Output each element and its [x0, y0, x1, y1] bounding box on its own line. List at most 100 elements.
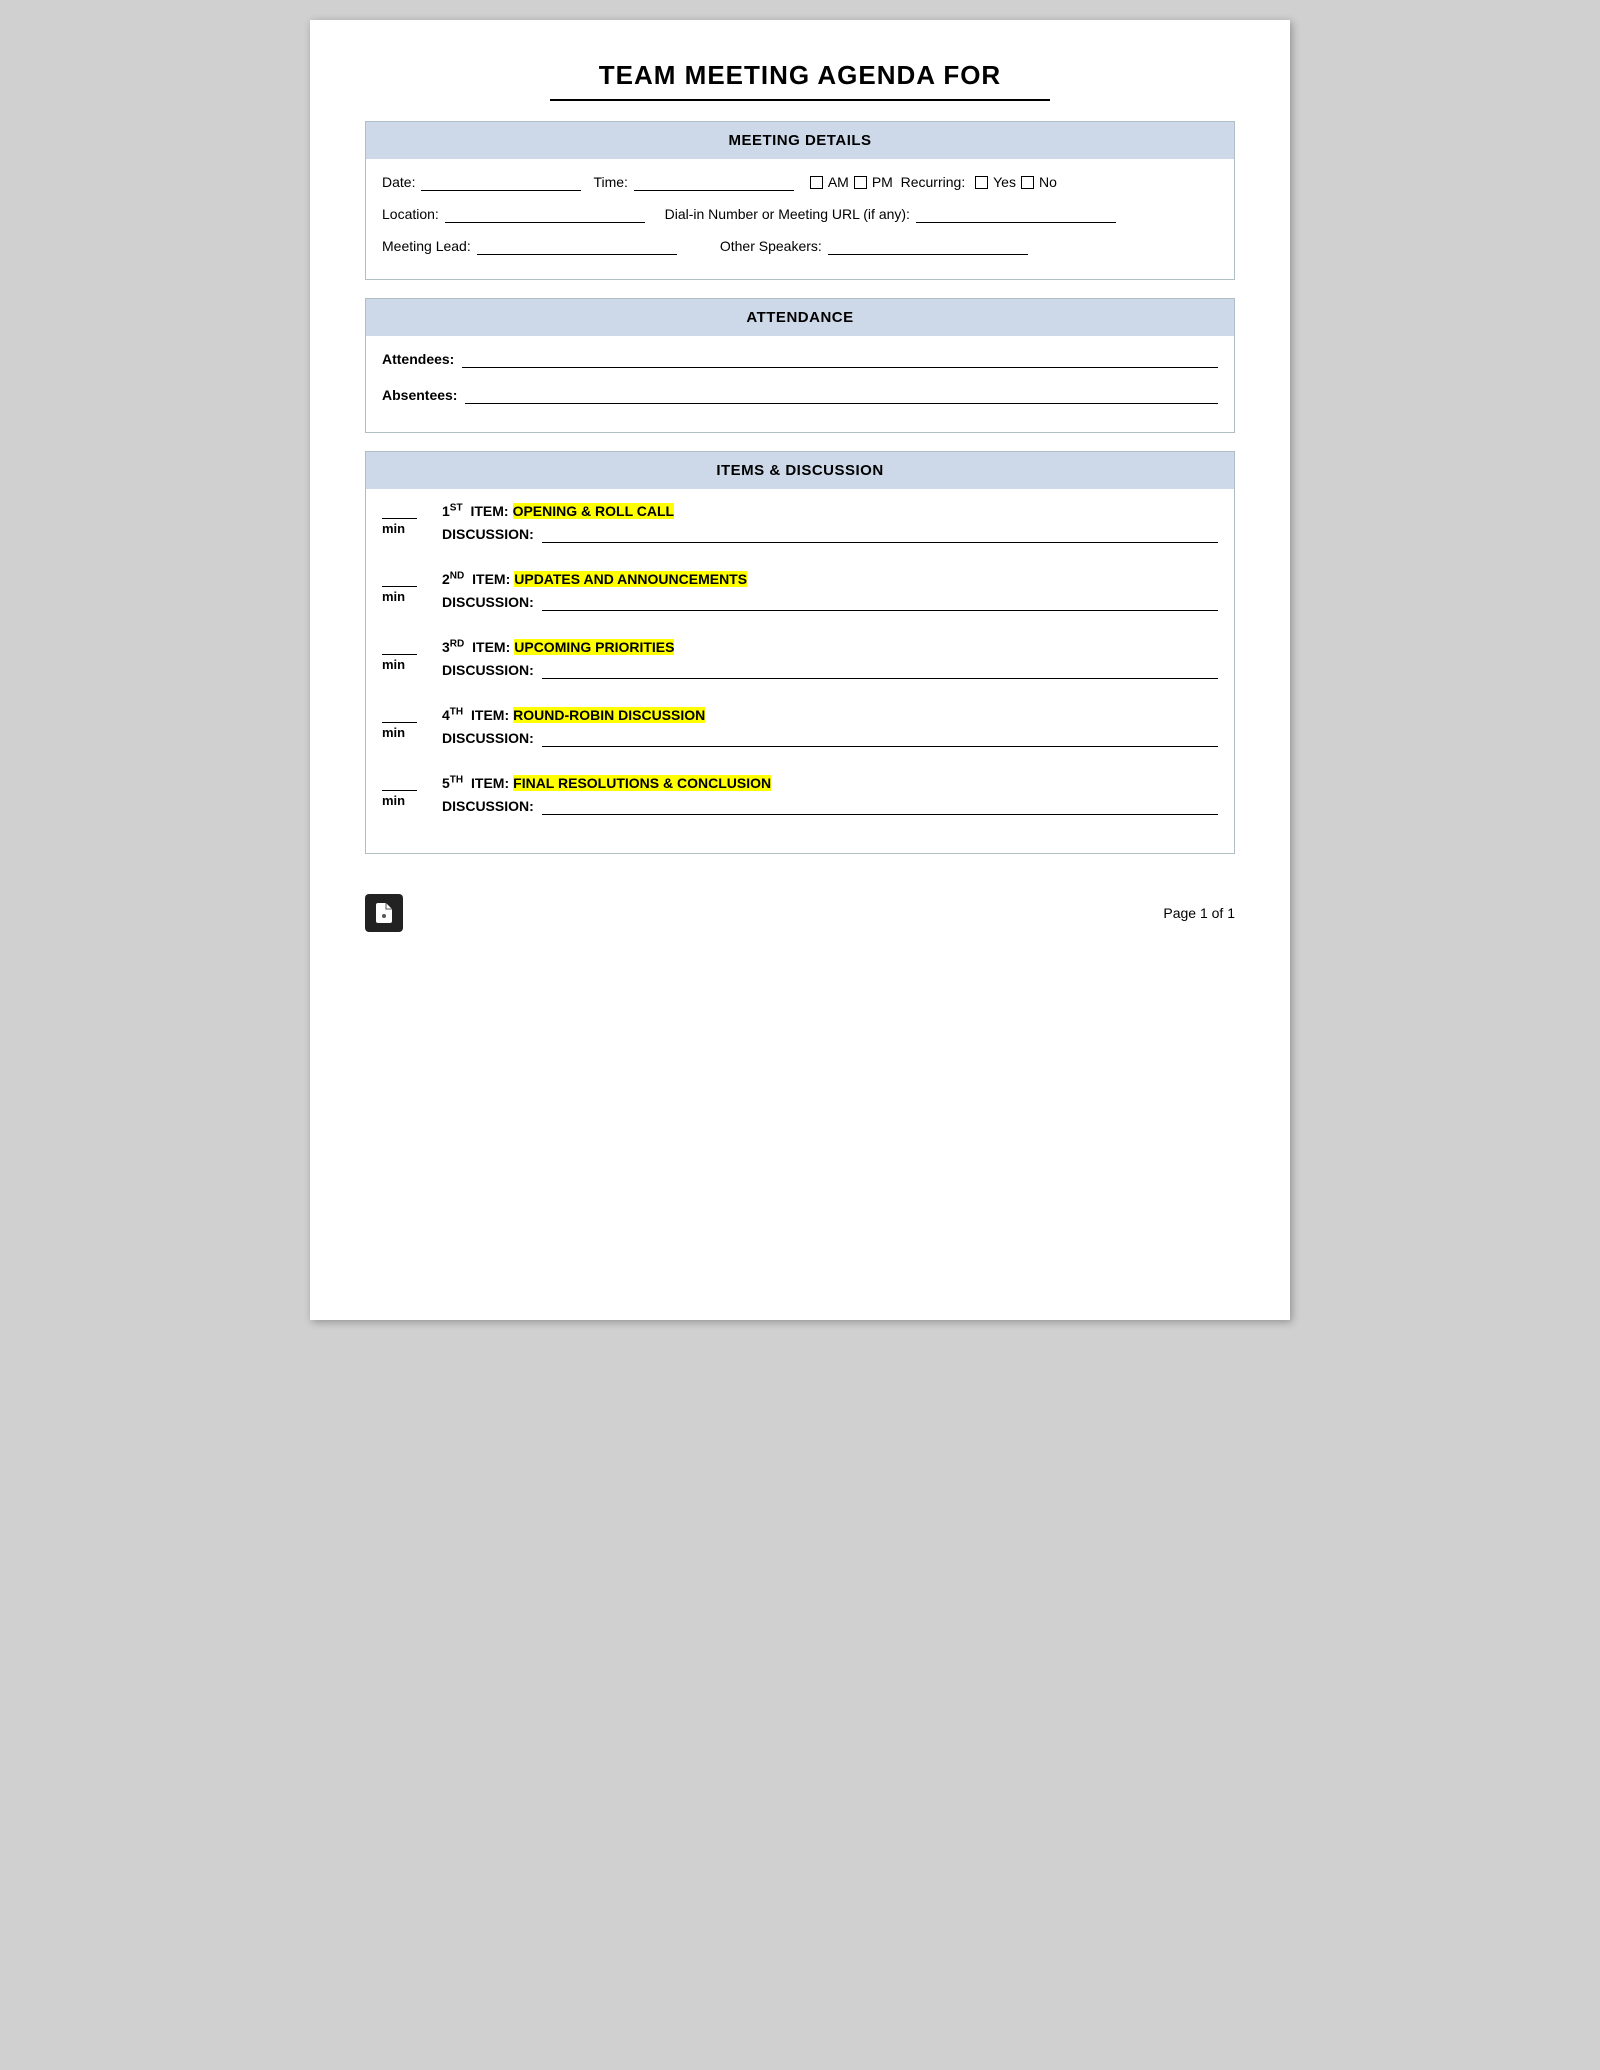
page-number: Page 1 of 1 [1163, 905, 1235, 921]
meeting-lead-field[interactable] [477, 237, 677, 255]
item-5-name: FINAL RESOLUTIONS & CONCLUSION [513, 775, 771, 791]
title-section: TEAM MEETING AGENDA FOR [365, 60, 1235, 101]
meeting-details-header: MEETING DETAILS [366, 122, 1234, 159]
item-4-ordinal: TH [450, 706, 463, 717]
attendees-field[interactable] [462, 350, 1218, 368]
dialin-label: Dial-in Number or Meeting URL (if any): [665, 206, 910, 222]
meeting-details-section: MEETING DETAILS Date: Time: AM PM Recurr… [365, 121, 1235, 280]
item-3-body: 3RD ITEM: UPCOMING PRIORITIES DISCUSSION… [442, 639, 1218, 679]
absentees-field[interactable] [465, 386, 1218, 404]
item-4-label: ITEM: [471, 707, 509, 723]
item-5-min-col: min [382, 775, 442, 808]
footer-logo-icon [365, 894, 403, 932]
attendance-section: ATTENDANCE Attendees: Absentees: [365, 298, 1235, 433]
meeting-details-content: Date: Time: AM PM Recurring: Yes [366, 159, 1234, 279]
recurring-yes-checkbox[interactable] [975, 176, 988, 189]
item-4-name: ROUND-ROBIN DISCUSSION [513, 707, 705, 723]
dialin-field[interactable] [916, 205, 1116, 223]
item-1-discussion-field[interactable] [542, 525, 1218, 543]
am-checkbox[interactable] [810, 176, 823, 189]
item-4-body: 4TH ITEM: ROUND-ROBIN DISCUSSION DISCUSS… [442, 707, 1218, 747]
agenda-item-2: min 2ND ITEM: UPDATES AND ANNOUNCEMENTS … [382, 571, 1218, 611]
item-1-body: 1ST ITEM: OPENING & ROLL CALL DISCUSSION… [442, 503, 1218, 543]
item-2-discussion-label: DISCUSSION: [442, 594, 534, 610]
item-4-number: 4TH [442, 707, 463, 723]
main-title: TEAM MEETING AGENDA FOR [365, 60, 1235, 91]
item-3-discussion-field[interactable] [542, 661, 1218, 679]
item-1-min-col: min [382, 503, 442, 536]
item-1-number: 1ST [442, 503, 463, 519]
time-field[interactable] [634, 173, 794, 191]
date-time-row: Date: Time: AM PM Recurring: Yes [382, 173, 1218, 191]
item-4-discussion-field[interactable] [542, 729, 1218, 747]
item-2-number: 2ND [442, 571, 464, 587]
item-2-title-row: 2ND ITEM: UPDATES AND ANNOUNCEMENTS [442, 571, 1218, 587]
recurring-no-label: No [1039, 174, 1057, 190]
item-3-number: 3RD [442, 639, 464, 655]
item-2-ordinal: ND [450, 570, 464, 581]
items-section: ITEMS & DISCUSSION min 1ST ITEM: OPENING… [365, 451, 1235, 854]
time-label: Time: [593, 174, 627, 190]
item-3-discussion-row: DISCUSSION: [442, 661, 1218, 679]
item-2-min-col: min [382, 571, 442, 604]
location-field[interactable] [445, 205, 645, 223]
item-1-discussion-label: DISCUSSION: [442, 526, 534, 542]
item-1-min-label: min [382, 521, 405, 536]
item-5-min-label: min [382, 793, 405, 808]
item-5-number: 5TH [442, 775, 463, 791]
item-3-min-line[interactable] [382, 639, 417, 655]
location-label: Location: [382, 206, 439, 222]
pm-label: PM [872, 174, 893, 190]
item-5-body: 5TH ITEM: FINAL RESOLUTIONS & CONCLUSION… [442, 775, 1218, 815]
item-2-label: ITEM: [472, 571, 510, 587]
attendance-header: ATTENDANCE [366, 299, 1234, 336]
recurring-yes-label: Yes [993, 174, 1016, 190]
items-header: ITEMS & DISCUSSION [366, 452, 1234, 489]
item-5-discussion-row: DISCUSSION: [442, 797, 1218, 815]
pm-checkbox[interactable] [854, 176, 867, 189]
agenda-item-3: min 3RD ITEM: UPCOMING PRIORITIES DISCUS… [382, 639, 1218, 679]
item-1-title-row: 1ST ITEM: OPENING & ROLL CALL [442, 503, 1218, 519]
item-3-title-row: 3RD ITEM: UPCOMING PRIORITIES [442, 639, 1218, 655]
item-1-discussion-row: DISCUSSION: [442, 525, 1218, 543]
agenda-item-1: min 1ST ITEM: OPENING & ROLL CALL DISCUS… [382, 503, 1218, 543]
item-1-ordinal: ST [450, 502, 463, 513]
item-2-discussion-field[interactable] [542, 593, 1218, 611]
attendees-label: Attendees: [382, 351, 454, 367]
item-2-name: UPDATES AND ANNOUNCEMENTS [514, 571, 747, 587]
item-3-min-col: min [382, 639, 442, 672]
item-3-min-label: min [382, 657, 405, 672]
item-5-discussion-label: DISCUSSION: [442, 798, 534, 814]
item-3-name: UPCOMING PRIORITIES [514, 639, 674, 655]
meeting-lead-label: Meeting Lead: [382, 238, 471, 254]
item-4-min-line[interactable] [382, 707, 417, 723]
item-2-min-label: min [382, 589, 405, 604]
item-2-min-line[interactable] [382, 571, 417, 587]
item-5-title-row: 5TH ITEM: FINAL RESOLUTIONS & CONCLUSION [442, 775, 1218, 791]
date-field[interactable] [421, 173, 581, 191]
item-5-min-line[interactable] [382, 775, 417, 791]
item-4-discussion-row: DISCUSSION: [442, 729, 1218, 747]
item-5-discussion-field[interactable] [542, 797, 1218, 815]
page-footer: Page 1 of 1 [365, 884, 1235, 932]
item-1-name: OPENING & ROLL CALL [513, 503, 675, 519]
item-3-discussion-label: DISCUSSION: [442, 662, 534, 678]
item-5-ordinal: TH [450, 774, 463, 785]
title-underline [550, 99, 1050, 101]
item-1-min-line[interactable] [382, 503, 417, 519]
item-3-ordinal: RD [450, 638, 464, 649]
item-1-label: ITEM: [470, 503, 508, 519]
item-2-body: 2ND ITEM: UPDATES AND ANNOUNCEMENTS DISC… [442, 571, 1218, 611]
items-content: min 1ST ITEM: OPENING & ROLL CALL DISCUS… [366, 489, 1234, 853]
recurring-no-checkbox[interactable] [1021, 176, 1034, 189]
item-3-label: ITEM: [472, 639, 510, 655]
location-row: Location: Dial-in Number or Meeting URL … [382, 205, 1218, 223]
date-label: Date: [382, 174, 415, 190]
other-speakers-field[interactable] [828, 237, 1028, 255]
agenda-item-4: min 4TH ITEM: ROUND-ROBIN DISCUSSION DIS… [382, 707, 1218, 747]
am-label: AM [828, 174, 849, 190]
document-page: TEAM MEETING AGENDA FOR MEETING DETAILS … [310, 20, 1290, 1320]
am-pm-group: AM PM [810, 174, 893, 190]
item-5-label: ITEM: [471, 775, 509, 791]
attendees-row: Attendees: [382, 350, 1218, 368]
